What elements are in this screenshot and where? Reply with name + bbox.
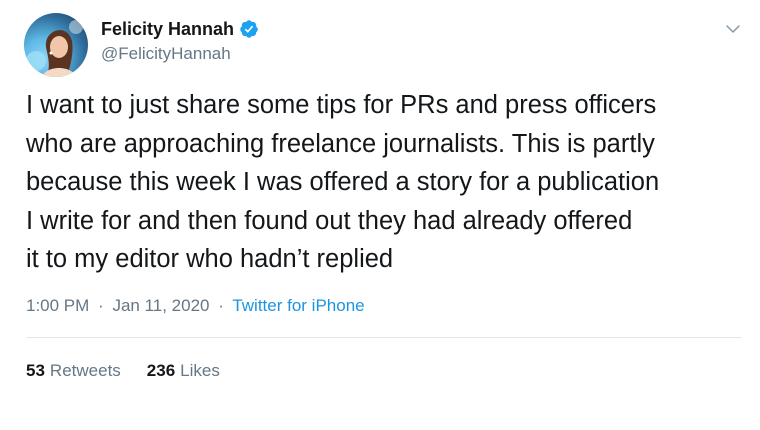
user-info: Felicity Hannah @FelicityHannah [101, 18, 259, 62]
likes-stat[interactable]: 236 Likes [147, 361, 220, 381]
tweet-stats: 53 Retweets 236 Likes [26, 361, 220, 381]
meta-separator: · [218, 296, 224, 315]
tweet-text-line: because this week I was offered a story … [26, 168, 660, 196]
chevron-down-icon[interactable] [724, 20, 742, 38]
likes-count: 236 [146, 361, 176, 380]
name-row: Felicity Hannah [101, 18, 259, 40]
verified-badge-icon [239, 19, 259, 39]
divider [26, 337, 742, 338]
tweet-text-line: I write for and then found out they had … [26, 206, 633, 235]
user-handle[interactable]: @FelicityHannah [101, 45, 259, 62]
retweets-stat[interactable]: 53 Retweets [26, 361, 121, 381]
likes-label: Likes [180, 361, 220, 380]
avatar[interactable] [24, 13, 88, 77]
tweet-text-line: it to my editor who hadn’t replied [26, 245, 394, 273]
tweet-text-line: I want to just share some tips for PRs a… [26, 91, 657, 119]
retweets-count: 53 [26, 361, 45, 380]
profile-photo-icon [26, 20, 83, 77]
display-name[interactable]: Felicity Hannah [101, 20, 234, 38]
tweet-date[interactable]: Jan 11, 2020 [112, 296, 209, 315]
tweet-meta: 1:00 PM · Jan 11, 2020 · Twitter for iPh… [26, 296, 365, 316]
tweet-text-line: who are approaching freelance journalist… [26, 129, 655, 158]
tweet-card: Felicity Hannah @FelicityHannah I want t… [0, 0, 760, 430]
tweet-source-link[interactable]: Twitter for iPhone [232, 296, 364, 315]
tweet-time[interactable]: 1:00 PM [26, 296, 89, 315]
retweets-label: Retweets [49, 361, 121, 380]
tweet-text: I want to just share some tips for PRs a… [26, 86, 746, 279]
meta-separator: · [98, 296, 104, 315]
